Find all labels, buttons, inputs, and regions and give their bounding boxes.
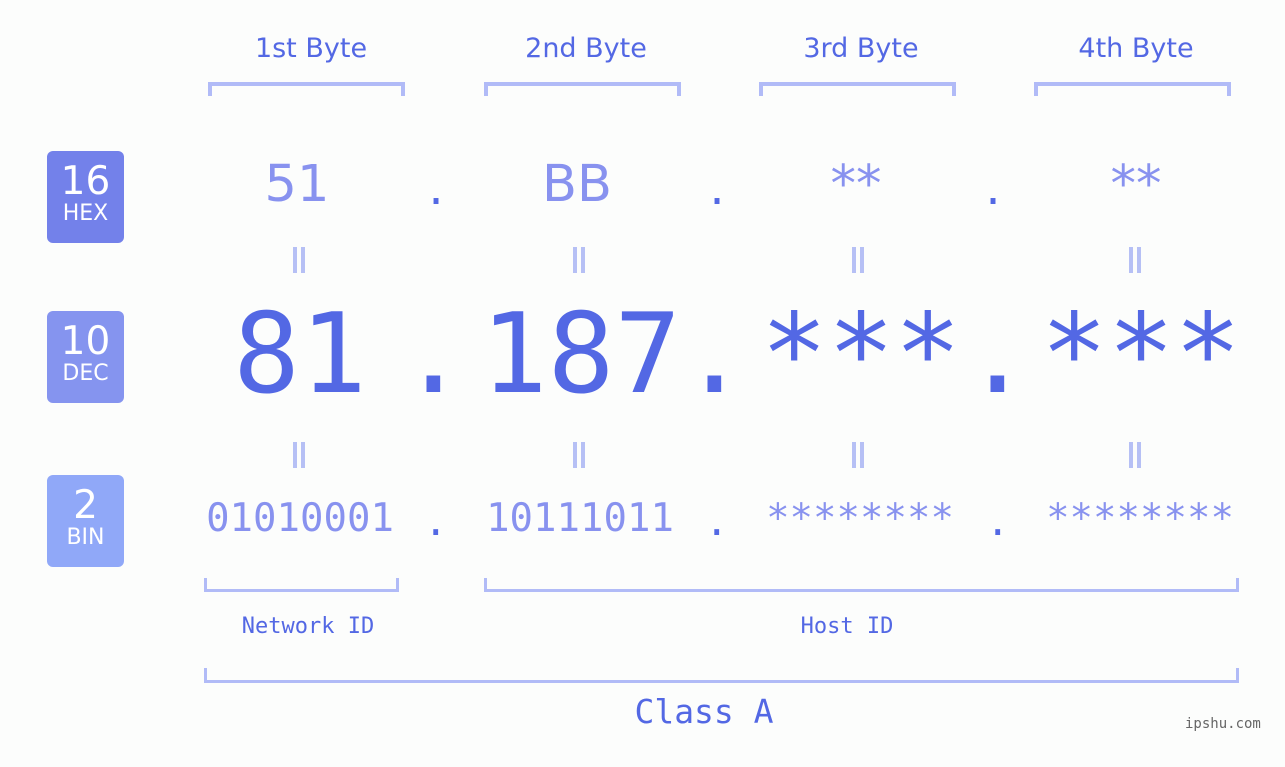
dec-badge: 10 DEC — [47, 311, 124, 403]
equals-icon — [572, 442, 586, 468]
bin-separator-1: . — [424, 500, 448, 545]
equals-icon — [1128, 247, 1142, 273]
header-byte-1: 1st Byte — [254, 33, 368, 64]
hex-byte-3: ** — [830, 155, 882, 214]
bracket-byte-4 — [1034, 82, 1231, 96]
hex-separator-2: . — [705, 168, 730, 214]
bin-byte-4: ******** — [1046, 496, 1234, 541]
bin-byte-3: ******** — [766, 496, 954, 541]
watermark: ipshu.com — [1185, 716, 1261, 732]
dec-base-number: 10 — [60, 319, 111, 364]
dec-separator-1: . — [400, 290, 467, 419]
bin-byte-1: 01010001 — [206, 496, 394, 541]
host-id-label: Host ID — [800, 614, 894, 639]
header-byte-3: 3rd Byte — [803, 33, 919, 64]
bin-base-label: BIN — [66, 525, 105, 550]
equals-icon — [292, 247, 306, 273]
bin-separator-2: . — [705, 500, 729, 545]
equals-icon — [1128, 442, 1142, 468]
equals-icon — [851, 442, 865, 468]
hex-separator-3: . — [981, 168, 1006, 214]
dec-byte-1: 81 — [233, 290, 367, 419]
dec-base-label: DEC — [62, 361, 109, 386]
bin-byte-2: 10111011 — [486, 496, 674, 541]
bin-badge: 2 BIN — [47, 475, 124, 567]
bracket-byte-2 — [484, 82, 681, 96]
bracket-byte-3 — [759, 82, 956, 96]
class-label: Class A — [634, 692, 774, 731]
hex-byte-1: 51 — [264, 155, 330, 214]
hex-base-label: HEX — [62, 201, 109, 226]
dec-separator-3: . — [964, 290, 1031, 419]
network-id-label: Network ID — [241, 614, 375, 639]
dec-byte-4: *** — [1040, 290, 1242, 419]
network-id-bracket — [204, 578, 399, 592]
hex-badge: 16 HEX — [47, 151, 124, 243]
header-byte-4: 4th Byte — [1078, 33, 1194, 64]
bin-separator-3: . — [986, 500, 1010, 545]
bracket-byte-1 — [208, 82, 405, 96]
dec-byte-2: 187 — [480, 290, 682, 419]
class-bracket — [204, 668, 1239, 683]
equals-icon — [572, 247, 586, 273]
dec-byte-3: *** — [760, 290, 962, 419]
dec-separator-2: . — [681, 290, 748, 419]
bin-base-number: 2 — [73, 483, 98, 528]
hex-base-number: 16 — [60, 159, 111, 204]
header-byte-2: 2nd Byte — [525, 33, 647, 64]
host-id-bracket — [484, 578, 1239, 592]
hex-separator-1: . — [424, 168, 449, 214]
hex-byte-2: BB — [542, 155, 612, 214]
equals-icon — [851, 247, 865, 273]
equals-icon — [292, 442, 306, 468]
hex-byte-4: ** — [1110, 155, 1162, 214]
